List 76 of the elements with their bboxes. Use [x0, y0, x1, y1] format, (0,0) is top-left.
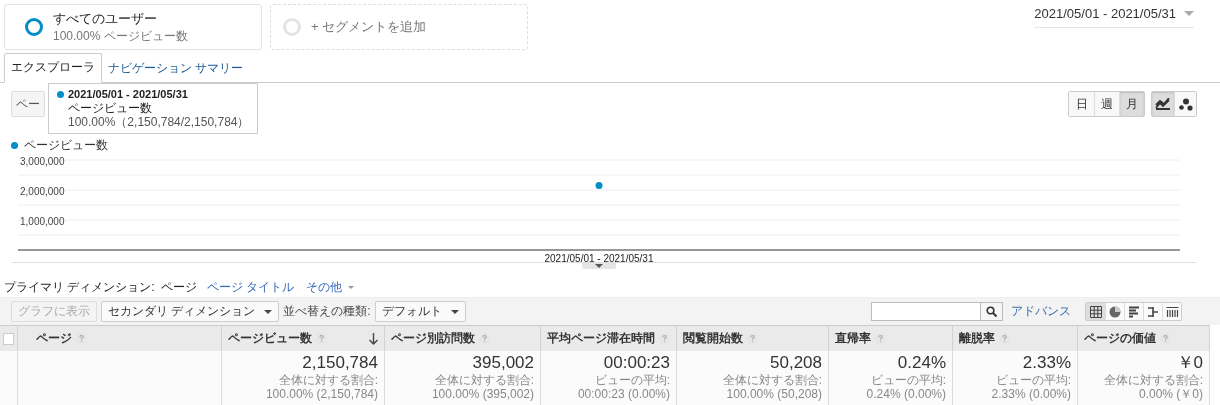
total-detail: 全体に対する割合: 100.00% (395,002) — [430, 373, 534, 401]
segment-card[interactable]: すべてのユーザー 100.00% ページビュー数 — [4, 4, 262, 50]
add-segment-card[interactable]: + セグメントを追加 — [270, 4, 528, 50]
caret-icon — [348, 285, 354, 289]
bar-view-button[interactable] — [1124, 303, 1143, 320]
column-header[interactable]: 離脱率 — [959, 330, 995, 347]
sort-arrow-icon[interactable] — [369, 332, 378, 345]
segment-ring-icon — [25, 18, 43, 36]
series-dot-icon — [57, 90, 64, 98]
total-value: 00:00:23 — [603, 353, 670, 373]
caret-icon — [450, 309, 459, 314]
segment-ring-icon — [283, 18, 301, 36]
legend-label: ページビュー数 — [24, 136, 108, 154]
comparison-icon — [1147, 305, 1159, 318]
period-button[interactable]: 日 — [1069, 92, 1094, 116]
search-field[interactable] — [871, 302, 981, 321]
primary-dimension-label: プライマリ ディメンション: — [4, 278, 155, 296]
search-button[interactable] — [981, 302, 1003, 321]
segment-name: すべてのユーザー — [53, 9, 158, 28]
total-value: 2,150,784 — [302, 353, 378, 373]
dimension-link[interactable]: ページ タイトル — [206, 278, 294, 296]
line-chart-button[interactable] — [1152, 92, 1174, 116]
total-value: 50,208 — [770, 353, 822, 373]
total-value: 395,002 — [472, 353, 534, 373]
y-axis-label: 3,000,000 — [20, 156, 65, 167]
advanced-link[interactable]: アドバンス — [1011, 303, 1071, 320]
total-detail: 全体に対する割合: 100.00% (50,208) — [721, 373, 822, 401]
sort-type-dropdown[interactable]: デフォルト — [374, 301, 466, 322]
tab[interactable]: ナビゲーション サマリー — [102, 55, 250, 83]
total-value: 2.33% — [1022, 353, 1071, 373]
grid-icon — [1089, 305, 1102, 318]
bubble-chart-button[interactable] — [1174, 92, 1196, 116]
period-button[interactable]: 月 — [1119, 92, 1144, 116]
bar-chart-icon — [1128, 305, 1140, 318]
collapse-handle[interactable] — [582, 263, 616, 269]
bubbles-icon — [1178, 97, 1193, 111]
pivot-view-button[interactable] — [1162, 303, 1181, 320]
data-point — [595, 182, 603, 189]
dimension-link[interactable]: ページ — [160, 278, 197, 296]
compare-view-button[interactable] — [1143, 303, 1162, 320]
date-range-picker[interactable]: 2021/05/01 - 2021/05/31 — [1034, 6, 1194, 28]
search-icon — [986, 306, 997, 317]
legend-dot — [11, 141, 18, 149]
total-value: 0.24% — [897, 353, 946, 373]
column-header[interactable]: 直帰率 — [835, 330, 871, 347]
line-chart-icon — [1155, 98, 1171, 110]
select-all-checkbox[interactable] — [3, 332, 14, 345]
pie-chart-icon — [1109, 305, 1121, 318]
metric-dropdown[interactable]: ペー — [11, 91, 45, 117]
total-detail: ビューの平均: 2.33% (0.00%) — [990, 373, 1071, 401]
total-detail: 全体に対する割合: 0.00% (￥0) — [1102, 373, 1203, 401]
segment-name: + セグメントを追加 — [311, 18, 427, 36]
total-detail: ビューの平均: 0.24% (0.00%) — [865, 373, 946, 401]
tooltip-metric: ページビュー数 — [68, 101, 153, 115]
caret-icon — [264, 309, 273, 314]
pivot-icon — [1165, 305, 1179, 318]
more-dimensions-link[interactable]: その他 — [306, 278, 342, 296]
x-axis-label: 2021/05/01 - 2021/05/31 — [544, 253, 654, 262]
segment-subtitle: 100.00% ページビュー数 — [53, 27, 188, 45]
total-detail: ビューの平均: 00:00:23 (0.00%) — [576, 373, 670, 401]
tooltip-date: 2021/05/01 - 2021/05/31 — [68, 87, 188, 101]
table-cell — [0, 351, 18, 405]
total-value: ￥0 — [1176, 353, 1203, 373]
table-view-button[interactable] — [1086, 303, 1105, 320]
caret-icon — [1184, 11, 1194, 16]
y-axis-label: 1,000,000 — [20, 216, 65, 227]
column-header[interactable]: ページ — [36, 330, 72, 347]
y-axis-label: 2,000,000 — [20, 186, 65, 197]
period-button[interactable]: 週 — [1094, 92, 1119, 116]
tab[interactable]: エクスプローラ — [4, 53, 102, 83]
sort-type-label: 並べ替えの種類: — [283, 303, 371, 320]
tooltip-value: 100.00%（2,150,784/2,150,784） — [68, 115, 250, 129]
secondary-dimension-dropdown[interactable]: セカンダリ ディメンション — [101, 301, 280, 322]
total-detail: 全体に対する割合: 100.00% (2,150,784) — [264, 373, 378, 401]
caret-icon — [595, 264, 603, 268]
pie-view-button[interactable] — [1105, 303, 1124, 320]
